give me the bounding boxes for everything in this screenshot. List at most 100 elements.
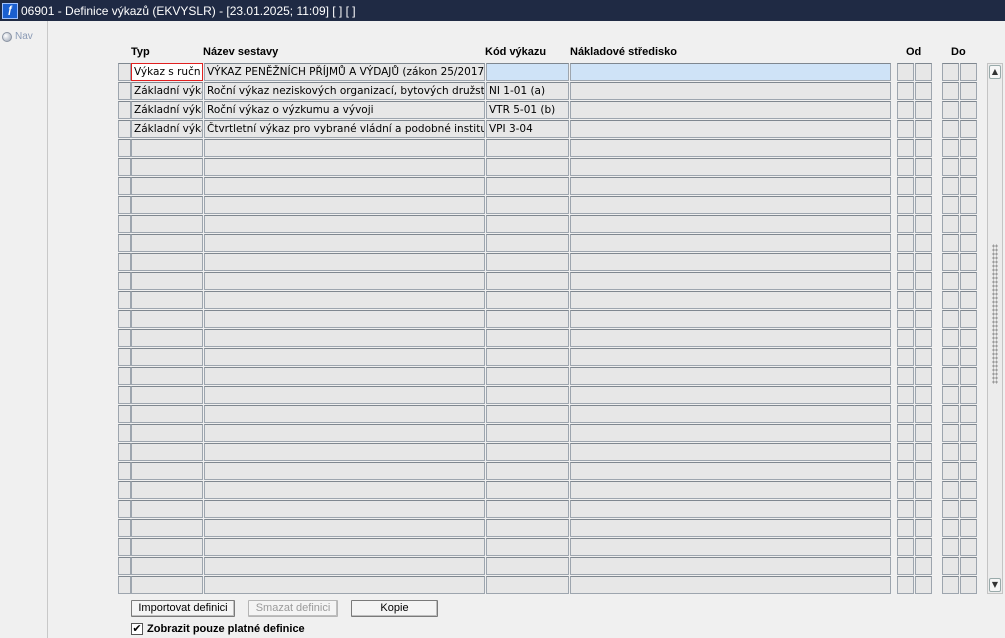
vertical-scrollbar[interactable]: ▲ ▼ (987, 63, 1003, 594)
cell-kod[interactable] (486, 519, 569, 537)
cell-kod[interactable]: NI 1-01 (a) (486, 82, 569, 100)
row-selector[interactable] (118, 348, 131, 366)
cell-kod[interactable] (486, 196, 569, 214)
cell-od-b[interactable] (915, 291, 932, 309)
cell-typ[interactable]: Základní výka (131, 82, 203, 100)
import-definition-button[interactable]: Importovat definici (131, 600, 235, 617)
cell-do-b[interactable] (960, 405, 977, 423)
cell-od-a[interactable] (897, 253, 914, 271)
cell-typ[interactable] (131, 443, 203, 461)
cell-nazev[interactable] (204, 234, 485, 252)
cell-od-b[interactable] (915, 576, 932, 594)
cell-typ[interactable] (131, 576, 203, 594)
cell-kod[interactable] (486, 500, 569, 518)
cell-od-a[interactable] (897, 139, 914, 157)
row-selector[interactable] (118, 63, 131, 81)
cell-od-a[interactable] (897, 538, 914, 556)
cell-nazev[interactable] (204, 500, 485, 518)
row-selector[interactable] (118, 500, 131, 518)
cell-kod[interactable] (486, 367, 569, 385)
cell-do-a[interactable] (942, 329, 959, 347)
cell-stredisko[interactable] (570, 101, 891, 119)
cell-od-b[interactable] (915, 367, 932, 385)
cell-nazev[interactable] (204, 462, 485, 480)
cell-do-a[interactable] (942, 310, 959, 328)
cell-nazev[interactable] (204, 291, 485, 309)
cell-typ[interactable] (131, 557, 203, 575)
cell-kod[interactable] (486, 576, 569, 594)
cell-nazev[interactable] (204, 253, 485, 271)
cell-do-b[interactable] (960, 196, 977, 214)
cell-od-a[interactable] (897, 386, 914, 404)
cell-stredisko[interactable] (570, 519, 891, 537)
cell-do-a[interactable] (942, 443, 959, 461)
cell-typ[interactable] (131, 139, 203, 157)
cell-nazev[interactable] (204, 424, 485, 442)
cell-kod[interactable] (486, 234, 569, 252)
row-selector[interactable] (118, 177, 131, 195)
cell-od-b[interactable] (915, 82, 932, 100)
row-selector[interactable] (118, 120, 131, 138)
row-selector[interactable] (118, 405, 131, 423)
row-selector[interactable] (118, 519, 131, 537)
row-selector[interactable] (118, 443, 131, 461)
cell-kod[interactable] (486, 557, 569, 575)
cell-nazev[interactable] (204, 386, 485, 404)
cell-stredisko[interactable] (570, 234, 891, 252)
cell-do-b[interactable] (960, 310, 977, 328)
cell-nazev[interactable] (204, 348, 485, 366)
cell-od-b[interactable] (915, 63, 932, 81)
cell-do-b[interactable] (960, 101, 977, 119)
cell-typ[interactable] (131, 405, 203, 423)
cell-od-a[interactable] (897, 500, 914, 518)
cell-od-a[interactable] (897, 177, 914, 195)
cell-stredisko[interactable] (570, 462, 891, 480)
cell-nazev[interactable] (204, 158, 485, 176)
cell-typ[interactable] (131, 367, 203, 385)
cell-od-a[interactable] (897, 443, 914, 461)
cell-do-a[interactable] (942, 462, 959, 480)
cell-typ[interactable] (131, 272, 203, 290)
cell-stredisko[interactable] (570, 405, 891, 423)
cell-od-b[interactable] (915, 519, 932, 537)
cell-stredisko[interactable] (570, 215, 891, 233)
cell-do-a[interactable] (942, 386, 959, 404)
cell-do-b[interactable] (960, 538, 977, 556)
cell-do-b[interactable] (960, 120, 977, 138)
cell-od-a[interactable] (897, 310, 914, 328)
cell-stredisko[interactable] (570, 424, 891, 442)
cell-stredisko[interactable] (570, 348, 891, 366)
cell-od-b[interactable] (915, 386, 932, 404)
cell-kod[interactable] (486, 405, 569, 423)
cell-typ[interactable]: Základní výka (131, 120, 203, 138)
cell-do-a[interactable] (942, 291, 959, 309)
cell-typ[interactable] (131, 348, 203, 366)
row-selector[interactable] (118, 538, 131, 556)
cell-typ[interactable] (131, 177, 203, 195)
row-selector[interactable] (118, 481, 131, 499)
cell-stredisko[interactable] (570, 139, 891, 157)
cell-stredisko[interactable] (570, 576, 891, 594)
scroll-up-icon[interactable]: ▲ (989, 65, 1001, 79)
cell-stredisko[interactable] (570, 82, 891, 100)
cell-stredisko[interactable] (570, 120, 891, 138)
row-selector[interactable] (118, 196, 131, 214)
cell-od-a[interactable] (897, 424, 914, 442)
cell-od-b[interactable] (915, 158, 932, 176)
cell-od-a[interactable] (897, 120, 914, 138)
cell-stredisko[interactable] (570, 386, 891, 404)
cell-nazev[interactable]: Čtvrtletní výkaz pro vybrané vládní a po… (204, 120, 485, 138)
cell-od-a[interactable] (897, 101, 914, 119)
cell-stredisko[interactable] (570, 310, 891, 328)
cell-nazev[interactable] (204, 538, 485, 556)
cell-nazev[interactable] (204, 367, 485, 385)
cell-stredisko[interactable] (570, 500, 891, 518)
row-selector[interactable] (118, 234, 131, 252)
cell-kod[interactable] (486, 329, 569, 347)
cell-nazev[interactable]: Roční výkaz neziskových organizací, byto… (204, 82, 485, 100)
cell-kod[interactable] (486, 462, 569, 480)
cell-typ[interactable] (131, 215, 203, 233)
cell-do-b[interactable] (960, 576, 977, 594)
cell-do-b[interactable] (960, 481, 977, 499)
cell-od-a[interactable] (897, 63, 914, 81)
